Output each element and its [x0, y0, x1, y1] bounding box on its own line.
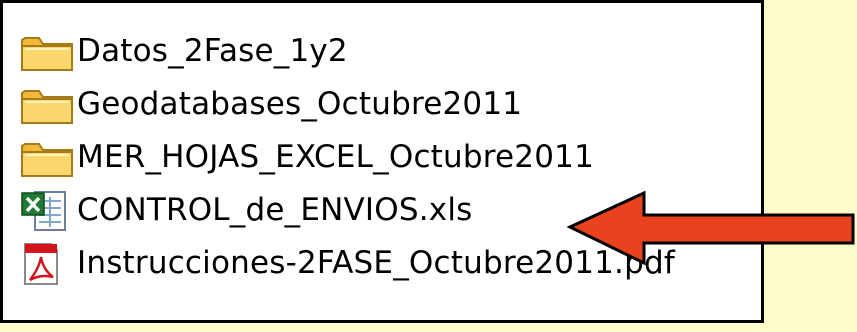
pdf-file-icon [19, 241, 77, 287]
file-list-panel: Datos_2Fase_1y2 Geodatabases_Octubre2011 [0, 0, 764, 323]
file-name: MER_HOJAS_EXCEL_Octubre2011 [77, 139, 594, 175]
file-item-datos-2fase[interactable]: Datos_2Fase_1y2 [19, 25, 675, 78]
file-item-mer-hojas-excel[interactable]: MER_HOJAS_EXCEL_Octubre2011 [19, 131, 675, 184]
file-name: Geodatabases_Octubre2011 [77, 86, 523, 122]
folder-icon [19, 29, 77, 75]
red-arrow-icon [566, 189, 857, 273]
folder-icon [19, 82, 77, 128]
file-name: Datos_2Fase_1y2 [77, 33, 348, 69]
file-name: CONTROL_de_ENVIOS.xls [77, 192, 473, 228]
excel-file-icon [19, 188, 77, 234]
file-item-geodatabases[interactable]: Geodatabases_Octubre2011 [19, 78, 675, 131]
folder-icon [19, 135, 77, 181]
